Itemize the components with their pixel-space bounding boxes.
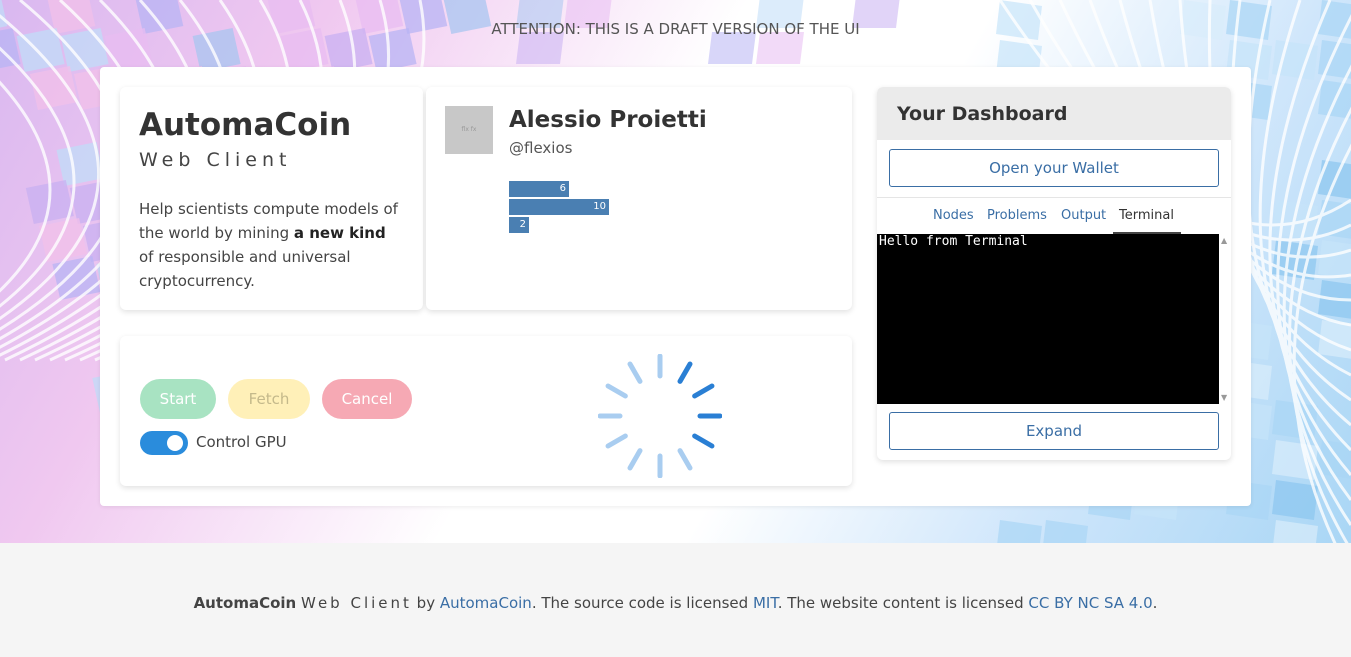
tab-nodes[interactable]: Nodes bbox=[933, 208, 974, 223]
open-wallet-button[interactable]: Open your Wallet bbox=[889, 149, 1219, 187]
desc-bold: a new kind bbox=[293, 224, 386, 242]
cc-license-link[interactable]: CC BY NC SA 4.0 bbox=[1028, 594, 1152, 612]
spinner-spoke bbox=[677, 448, 693, 471]
author-link[interactable]: AutomaCoin bbox=[440, 594, 532, 612]
app-subtitle: Web Client bbox=[139, 149, 292, 171]
fetch-button[interactable]: Fetch bbox=[228, 379, 310, 419]
spinner-spoke bbox=[692, 383, 715, 399]
spinner-spoke bbox=[627, 361, 643, 384]
avatar: flx fx bbox=[445, 106, 493, 154]
spinner-spoke bbox=[692, 433, 715, 449]
scroll-down-icon[interactable]: ▼ bbox=[1221, 393, 1227, 402]
footer-source-text: . The source code is licensed bbox=[531, 594, 753, 612]
footer-subtitle: Web Client bbox=[301, 594, 412, 612]
gpu-toggle[interactable] bbox=[140, 431, 188, 455]
spinner-spoke bbox=[627, 448, 643, 471]
spinner-spoke bbox=[677, 361, 693, 384]
app-description: Help scientists compute models of the wo… bbox=[139, 197, 404, 293]
terminal-output[interactable]: Hello from Terminal bbox=[877, 234, 1219, 404]
draft-banner: ATTENTION: THIS IS A DRAFT VERSION OF TH… bbox=[491, 20, 860, 38]
footer-content-text: . The website content is licensed bbox=[777, 594, 1029, 612]
tab-output[interactable]: Output bbox=[1061, 208, 1106, 223]
profile-card: flx fx Alessio Proietti @flexios 6 10 2 bbox=[426, 87, 852, 310]
spinner-spoke bbox=[605, 383, 628, 399]
intro-card: AutomaCoin Web Client Help scientists co… bbox=[120, 87, 423, 310]
footer-by: by bbox=[411, 594, 440, 612]
profile-name: Alessio Proietti bbox=[509, 107, 707, 133]
mit-license-link[interactable]: MIT bbox=[753, 594, 778, 612]
footer-text: AutomaCoin Web Client by AutomaCoin. The… bbox=[0, 594, 1351, 612]
expand-button[interactable]: Expand bbox=[889, 412, 1219, 450]
stat-bar: 6 bbox=[509, 181, 569, 197]
start-button[interactable]: Start bbox=[140, 379, 216, 419]
tab-problems[interactable]: Problems bbox=[987, 208, 1047, 223]
footer-end: . bbox=[1152, 594, 1158, 612]
spinner-spoke bbox=[605, 433, 628, 449]
gpu-toggle-label: Control GPU bbox=[196, 433, 287, 451]
cancel-button[interactable]: Cancel bbox=[322, 379, 412, 419]
dashboard-title: Your Dashboard bbox=[897, 103, 1068, 125]
footer: AutomaCoin Web Client by AutomaCoin. The… bbox=[0, 543, 1351, 657]
stat-bar: 2 bbox=[509, 217, 529, 233]
stats-bar-chart: 6 10 2 bbox=[509, 181, 609, 235]
footer-brand: AutomaCoin bbox=[193, 594, 297, 612]
terminal-scrollbar[interactable]: ▲ ▼ bbox=[1219, 234, 1231, 404]
profile-handle: @flexios bbox=[509, 139, 573, 157]
app-title: AutomaCoin bbox=[139, 107, 352, 143]
desc-after: of responsible and universal cryptocurre… bbox=[139, 248, 351, 290]
loading-spinner-icon bbox=[598, 354, 722, 478]
toggle-knob bbox=[167, 435, 183, 451]
controls-card: Start Fetch Cancel Control GPU bbox=[120, 336, 852, 486]
dashboard-header: Your Dashboard bbox=[877, 87, 1231, 140]
dashboard-tabs: Nodes Problems Output Terminal bbox=[877, 197, 1231, 234]
tab-terminal[interactable]: Terminal bbox=[1119, 208, 1174, 223]
scroll-up-icon[interactable]: ▲ bbox=[1221, 236, 1227, 245]
stat-bar: 10 bbox=[509, 199, 609, 215]
dashboard-card: Your Dashboard Open your Wallet Nodes Pr… bbox=[877, 87, 1231, 460]
